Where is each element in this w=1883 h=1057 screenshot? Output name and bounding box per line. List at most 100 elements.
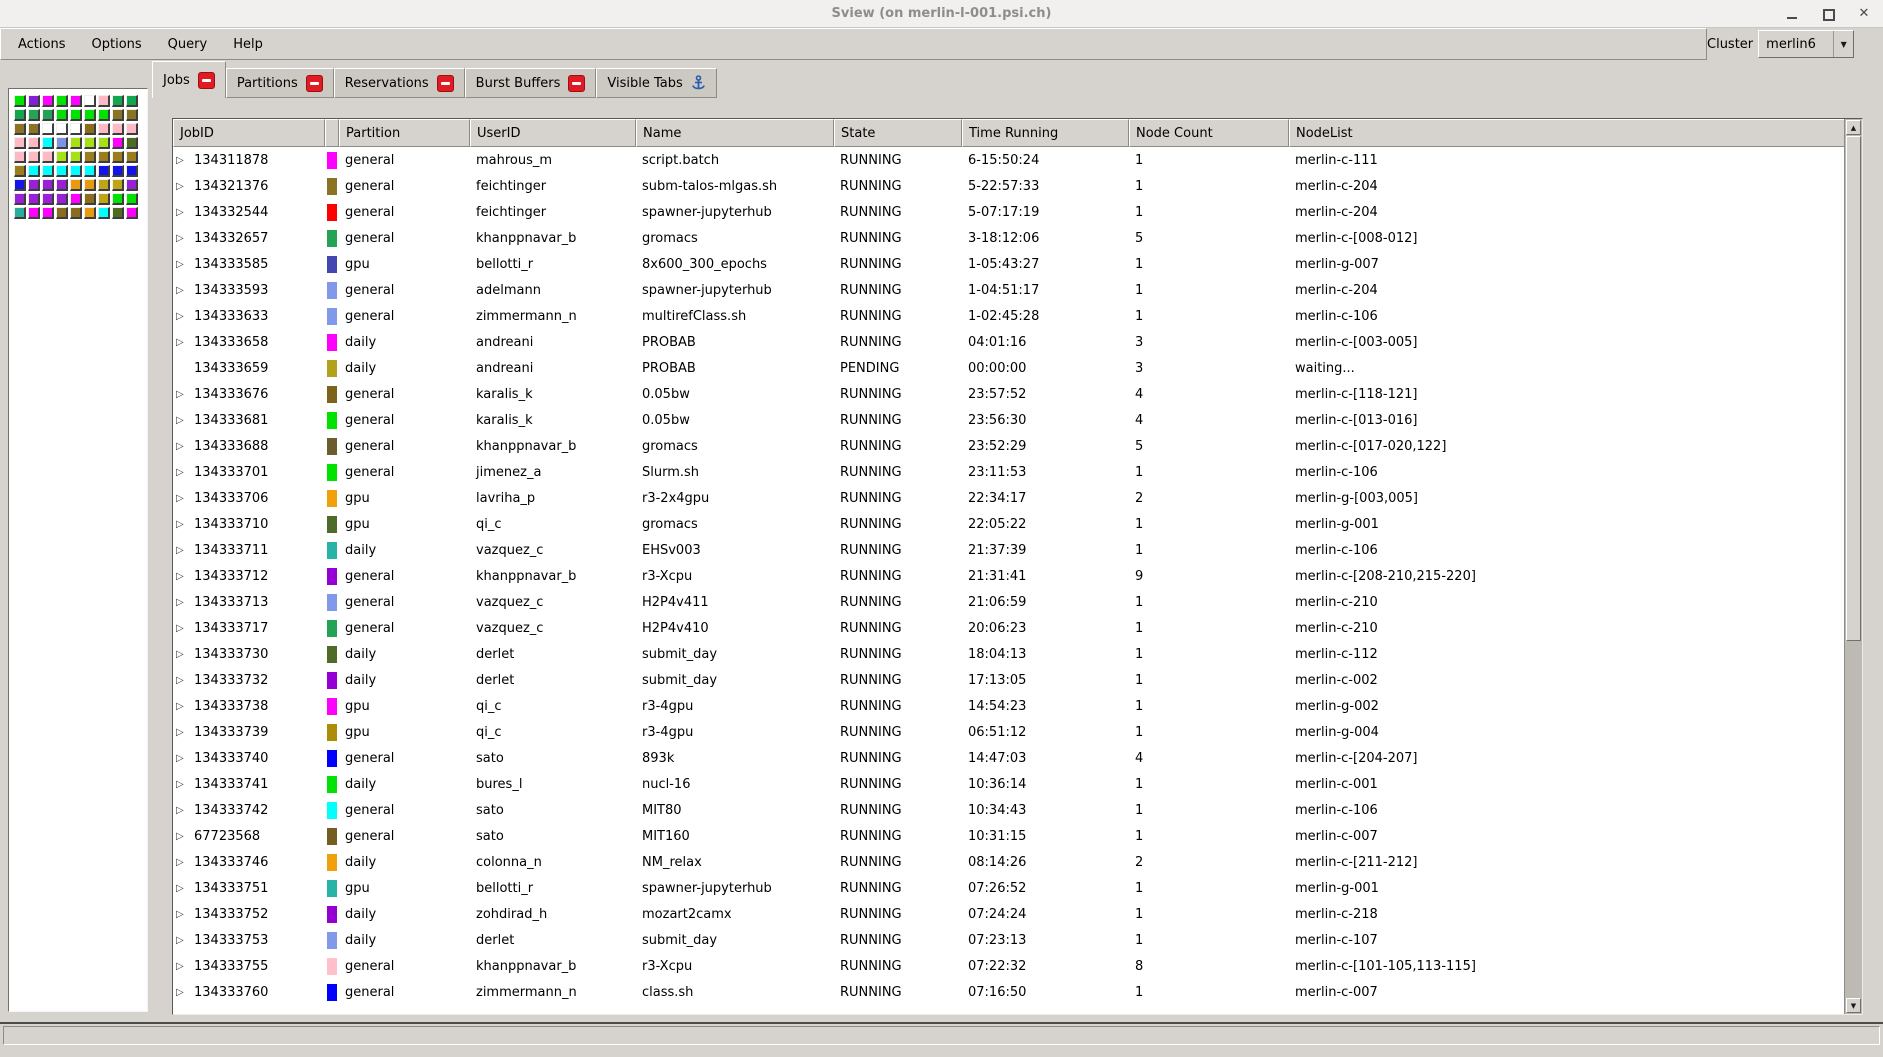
node-cell[interactable] [98, 207, 110, 219]
node-cell[interactable] [70, 95, 82, 107]
node-cell[interactable] [126, 151, 138, 163]
tab-jobs[interactable]: Jobs [152, 61, 226, 98]
table-row[interactable]: ▷134333676generalkaralis_k0.05bwRUNNING2… [173, 381, 1844, 407]
node-cell[interactable] [126, 165, 138, 177]
node-cell[interactable] [14, 179, 26, 191]
node-cell[interactable] [112, 207, 124, 219]
table-row[interactable]: ▷134333681generalkaralis_k0.05bwRUNNING2… [173, 407, 1844, 433]
node-cell[interactable] [98, 165, 110, 177]
row-expander-icon[interactable]: ▷ [176, 467, 192, 478]
chevron-down-icon[interactable]: ▼ [1833, 31, 1853, 57]
node-cell[interactable] [126, 207, 138, 219]
node-cell[interactable] [98, 95, 110, 107]
table-row[interactable]: ▷134311878generalmahrous_mscript.batchRU… [173, 147, 1844, 173]
node-cell[interactable] [84, 193, 96, 205]
node-cell[interactable] [84, 109, 96, 121]
node-cell[interactable] [112, 151, 124, 163]
node-cell[interactable] [84, 137, 96, 149]
tab-partitions[interactable]: Partitions [226, 68, 334, 98]
node-cell[interactable] [126, 193, 138, 205]
node-cell[interactable] [126, 137, 138, 149]
row-expander-icon[interactable]: ▷ [176, 337, 192, 348]
table-row[interactable]: ▷134333585gpubellotti_r8x600_300_epochsR… [173, 251, 1844, 277]
node-cell[interactable] [14, 151, 26, 163]
row-expander-icon[interactable]: ▷ [176, 935, 192, 946]
node-cell[interactable] [56, 137, 68, 149]
node-cell[interactable] [84, 165, 96, 177]
table-row[interactable]: ▷134333753dailyderletsubmit_dayRUNNING07… [173, 927, 1844, 953]
row-expander-icon[interactable]: ▷ [176, 259, 192, 270]
column-header-state[interactable]: State [834, 119, 962, 147]
node-cell[interactable] [70, 207, 82, 219]
minimize-icon[interactable] [1785, 7, 1799, 21]
row-expander-icon[interactable]: ▷ [176, 857, 192, 868]
node-cell[interactable] [84, 123, 96, 135]
node-cell[interactable] [28, 123, 40, 135]
row-expander-icon[interactable]: ▷ [176, 441, 192, 452]
node-cell[interactable] [14, 109, 26, 121]
node-cell[interactable] [98, 193, 110, 205]
tab-burst-buffers[interactable]: Burst Buffers [465, 68, 597, 98]
node-cell[interactable] [98, 123, 110, 135]
table-row[interactable]: ▷134333688generalkhanppnavar_bgromacsRUN… [173, 433, 1844, 459]
node-cell[interactable] [84, 95, 96, 107]
node-cell[interactable] [56, 165, 68, 177]
vertical-scrollbar[interactable]: ▲ ▼ [1844, 119, 1862, 1014]
table-row[interactable]: 134333659dailyandreaniPROBABPENDING00:00… [173, 355, 1844, 381]
table-row[interactable]: ▷134333742generalsatoMIT80RUNNING10:34:4… [173, 797, 1844, 823]
cluster-select[interactable]: merlin6 ▼ [1758, 30, 1854, 58]
node-cell[interactable] [84, 179, 96, 191]
row-expander-icon[interactable]: ▷ [176, 233, 192, 244]
table-row[interactable]: ▷134333712generalkhanppnavar_br3-XcpuRUN… [173, 563, 1844, 589]
node-cell[interactable] [126, 123, 138, 135]
node-cell[interactable] [112, 109, 124, 121]
node-cell[interactable] [42, 165, 54, 177]
node-cell[interactable] [84, 207, 96, 219]
node-cell[interactable] [70, 109, 82, 121]
node-cell[interactable] [56, 109, 68, 121]
node-cell[interactable] [56, 123, 68, 135]
node-cell[interactable] [28, 165, 40, 177]
node-cell[interactable] [126, 109, 138, 121]
row-expander-icon[interactable]: ▷ [176, 571, 192, 582]
table-row[interactable]: ▷134333593generaladelmannspawner-jupyter… [173, 277, 1844, 303]
table-row[interactable]: ▷134333730dailyderletsubmit_dayRUNNING18… [173, 641, 1844, 667]
node-cell[interactable] [42, 151, 54, 163]
table-row[interactable]: ▷134321376generalfeichtingersubm-talos-m… [173, 173, 1844, 199]
column-header-nodelist[interactable]: NodeList [1289, 119, 1862, 147]
tab-visible-tabs[interactable]: Visible Tabs [596, 68, 716, 98]
node-cell[interactable] [42, 109, 54, 121]
table-row[interactable]: ▷134333701generaljimenez_aSlurm.shRUNNIN… [173, 459, 1844, 485]
node-cell[interactable] [70, 179, 82, 191]
maximize-icon[interactable] [1821, 7, 1835, 21]
node-cell[interactable] [14, 165, 26, 177]
node-cell[interactable] [42, 137, 54, 149]
row-expander-icon[interactable]: ▷ [176, 597, 192, 608]
table-row[interactable]: ▷134333755generalkhanppnavar_br3-XcpuRUN… [173, 953, 1844, 979]
table-row[interactable]: ▷134333738gpuqi_cr3-4gpuRUNNING14:54:231… [173, 693, 1844, 719]
row-expander-icon[interactable]: ▷ [176, 415, 192, 426]
table-row[interactable]: ▷134332657generalkhanppnavar_bgromacsRUN… [173, 225, 1844, 251]
node-cell[interactable] [84, 151, 96, 163]
row-expander-icon[interactable]: ▷ [176, 727, 192, 738]
row-expander-icon[interactable]: ▷ [176, 207, 192, 218]
node-cell[interactable] [42, 95, 54, 107]
row-expander-icon[interactable]: ▷ [176, 961, 192, 972]
menu-query[interactable]: Query [155, 32, 221, 57]
node-cell[interactable] [70, 151, 82, 163]
node-cell[interactable] [56, 95, 68, 107]
row-expander-icon[interactable]: ▷ [176, 493, 192, 504]
row-expander-icon[interactable]: ▷ [176, 779, 192, 790]
column-header-swatch[interactable] [325, 119, 339, 147]
row-expander-icon[interactable]: ▷ [176, 753, 192, 764]
node-cell[interactable] [70, 137, 82, 149]
node-cell[interactable] [112, 137, 124, 149]
tab-reservations[interactable]: Reservations [334, 68, 465, 98]
row-expander-icon[interactable]: ▷ [176, 311, 192, 322]
table-row[interactable]: ▷134333711dailyvazquez_cEHSv003RUNNING21… [173, 537, 1844, 563]
row-expander-icon[interactable]: ▷ [176, 909, 192, 920]
node-cell[interactable] [70, 193, 82, 205]
node-cell[interactable] [98, 151, 110, 163]
row-expander-icon[interactable]: ▷ [176, 883, 192, 894]
column-header-userid[interactable]: UserID [470, 119, 636, 147]
